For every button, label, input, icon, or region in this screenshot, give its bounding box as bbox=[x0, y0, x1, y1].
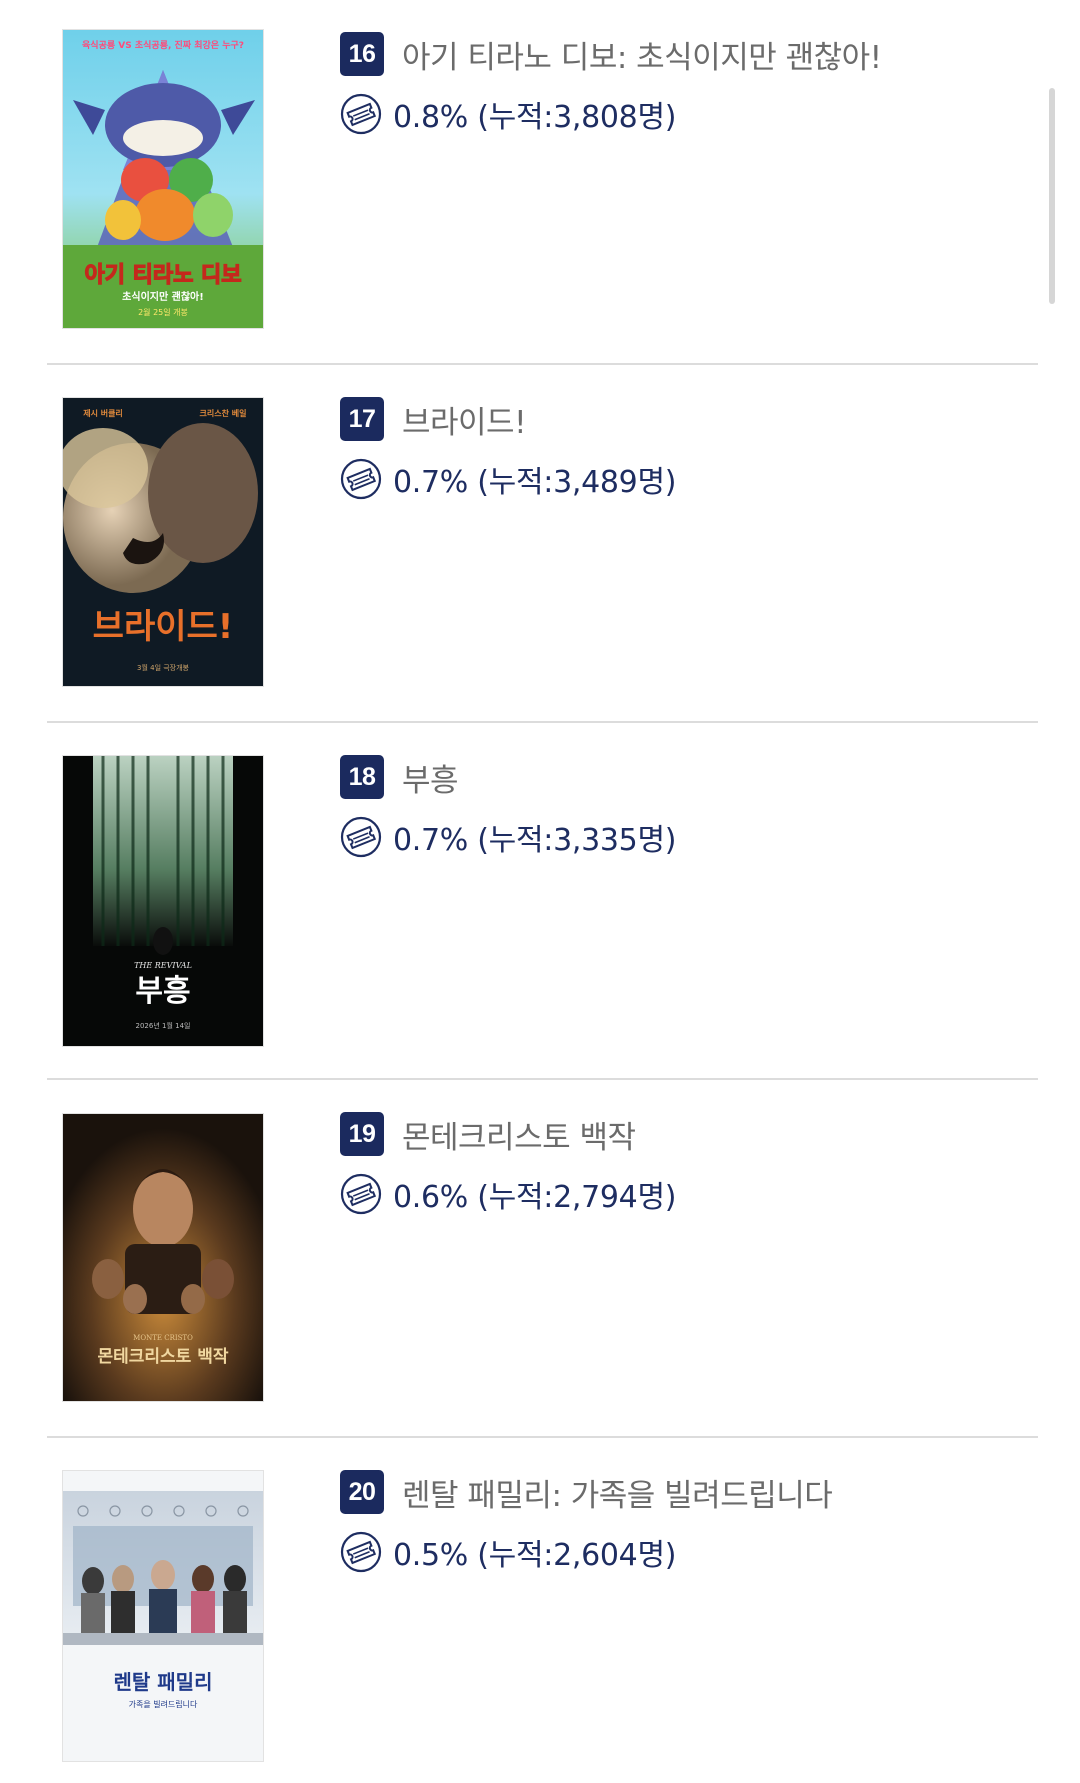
movie-poster[interactable]: MONTE CRISTO 몬테크리스토 백작 bbox=[63, 1114, 263, 1401]
poster-title-text: 브라이드! bbox=[93, 607, 234, 647]
poster-top-right: 크리스찬 베일 bbox=[200, 408, 247, 418]
ticket-icon bbox=[340, 1531, 382, 1573]
audience-stat-row: 0.6% (누적:2,794명) bbox=[340, 1173, 1038, 1215]
poster-top-text: 육식공룡 VS 초식공룡, 진짜 최강은 누구? bbox=[82, 39, 244, 51]
movie-list-item[interactable]: 제시 버클리 크리스찬 베일 브라이드! 3월 4일 극장개봉 17 브라이드! bbox=[47, 365, 1038, 723]
movie-poster[interactable]: THE REVIVAL 부흥 2026년 1월 14일 bbox=[63, 756, 263, 1046]
poster-image-dibo: 육식공룡 VS 초식공룡, 진짜 최강은 누구? 아기 티라노 디보 초식이지만… bbox=[63, 30, 263, 328]
movie-title[interactable]: 부흥 bbox=[402, 755, 459, 800]
movie-poster[interactable]: 육식공룡 VS 초식공룡, 진짜 최강은 누구? 아기 티라노 디보 초식이지만… bbox=[63, 30, 263, 328]
rank-badge: 16 bbox=[340, 32, 384, 76]
movie-title[interactable]: 아기 티라노 디보: 초식이지만 괜찮아! bbox=[402, 32, 882, 77]
poster-date: 3월 4일 극장개봉 bbox=[137, 663, 190, 672]
movie-title[interactable]: 브라이드! bbox=[402, 397, 527, 442]
title-row: 16 아기 티라노 디보: 초식이지만 괜찮아! bbox=[340, 32, 1038, 76]
audience-share-stat: 0.7% (누적:3,489명) bbox=[393, 465, 677, 500]
movie-title[interactable]: 렌탈 패밀리: 가족을 빌려드립니다 bbox=[402, 1470, 833, 1515]
movie-info: 16 아기 티라노 디보: 초식이지만 괜찮아! 0.8% (누적:3,808명… bbox=[340, 32, 1038, 135]
audience-stat-row: 0.7% (누적:3,489명) bbox=[340, 458, 1038, 500]
ticket-icon bbox=[340, 816, 382, 858]
title-row: 17 브라이드! bbox=[340, 397, 1038, 441]
movie-poster[interactable]: 제시 버클리 크리스찬 베일 브라이드! 3월 4일 극장개봉 bbox=[63, 398, 263, 686]
title-row: 19 몬테크리스토 백작 bbox=[340, 1112, 1038, 1156]
movie-poster[interactable]: 렌탈 패밀리 가족을 빌려드립니다 bbox=[63, 1471, 263, 1761]
rank-badge: 20 bbox=[340, 1470, 384, 1514]
ticket-icon bbox=[340, 1173, 382, 1215]
audience-share-stat: 0.7% (누적:3,335명) bbox=[393, 823, 677, 858]
rank-badge: 19 bbox=[340, 1112, 384, 1156]
poster-title-text: 부흥 bbox=[135, 974, 190, 1009]
poster-date: 2월 25일 개봉 bbox=[138, 307, 188, 317]
movie-info: 19 몬테크리스토 백작 0.6% (누적:2,794명) bbox=[340, 1112, 1038, 1215]
movie-title[interactable]: 몬테크리스토 백작 bbox=[402, 1112, 636, 1157]
poster-image-rental-family: 렌탈 패밀리 가족을 빌려드립니다 bbox=[63, 1471, 263, 1761]
movie-list-item[interactable]: 렌탈 패밀리 가족을 빌려드립니다 20 렌탈 패밀리: 가족을 빌려드립니다 bbox=[47, 1438, 1038, 1783]
audience-stat-row: 0.7% (누적:3,335명) bbox=[340, 816, 1038, 858]
movie-list-item[interactable]: THE REVIVAL 부흥 2026년 1월 14일 18 부흥 0.7% (… bbox=[47, 723, 1038, 1080]
poster-top-left: 제시 버클리 bbox=[83, 408, 123, 418]
title-row: 18 부흥 bbox=[340, 755, 1038, 799]
poster-english-title: THE REVIVAL bbox=[134, 961, 192, 970]
movie-info: 20 렌탈 패밀리: 가족을 빌려드립니다 0.5% (누적:2,604명) bbox=[340, 1470, 1038, 1573]
poster-title-text: 몬테크리스토 백작 bbox=[97, 1347, 228, 1367]
poster-english-title: MONTE CRISTO bbox=[133, 1334, 193, 1342]
poster-title-text: 아기 티라노 디보 bbox=[85, 263, 242, 288]
poster-image-revival: THE REVIVAL 부흥 2026년 1월 14일 bbox=[63, 756, 263, 1046]
movie-info: 17 브라이드! 0.7% (누적:3,489명) bbox=[340, 397, 1038, 500]
poster-image-monte-cristo: MONTE CRISTO 몬테크리스토 백작 bbox=[63, 1114, 263, 1401]
audience-share-stat: 0.8% (누적:3,808명) bbox=[393, 100, 677, 135]
movie-info: 18 부흥 0.7% (누적:3,335명) bbox=[340, 755, 1038, 858]
poster-date: 2026년 1월 14일 bbox=[136, 1021, 191, 1030]
ticket-icon bbox=[340, 93, 382, 135]
poster-tagline: 가족을 빌려드립니다 bbox=[129, 1699, 198, 1709]
title-row: 20 렌탈 패밀리: 가족을 빌려드립니다 bbox=[340, 1470, 1038, 1514]
rank-badge: 18 bbox=[340, 755, 384, 799]
scrollbar[interactable] bbox=[1049, 88, 1055, 304]
audience-stat-row: 0.5% (누적:2,604명) bbox=[340, 1531, 1038, 1573]
poster-tagline: 초식이지만 괜찮아! bbox=[122, 290, 204, 303]
audience-share-stat: 0.6% (누적:2,794명) bbox=[393, 1180, 677, 1215]
movie-list-item[interactable]: MONTE CRISTO 몬테크리스토 백작 19 몬테크리스토 백작 0.6% bbox=[47, 1080, 1038, 1438]
ticket-icon bbox=[340, 458, 382, 500]
audience-share-stat: 0.5% (누적:2,604명) bbox=[393, 1538, 677, 1573]
audience-stat-row: 0.8% (누적:3,808명) bbox=[340, 93, 1038, 135]
poster-title-text: 렌탈 패밀리 bbox=[114, 1670, 213, 1694]
movie-list-item[interactable]: 육식공룡 VS 초식공룡, 진짜 최강은 누구? 아기 티라노 디보 초식이지만… bbox=[47, 0, 1038, 365]
rank-badge: 17 bbox=[340, 397, 384, 441]
poster-image-bride: 제시 버클리 크리스찬 베일 브라이드! 3월 4일 극장개봉 bbox=[63, 398, 263, 686]
